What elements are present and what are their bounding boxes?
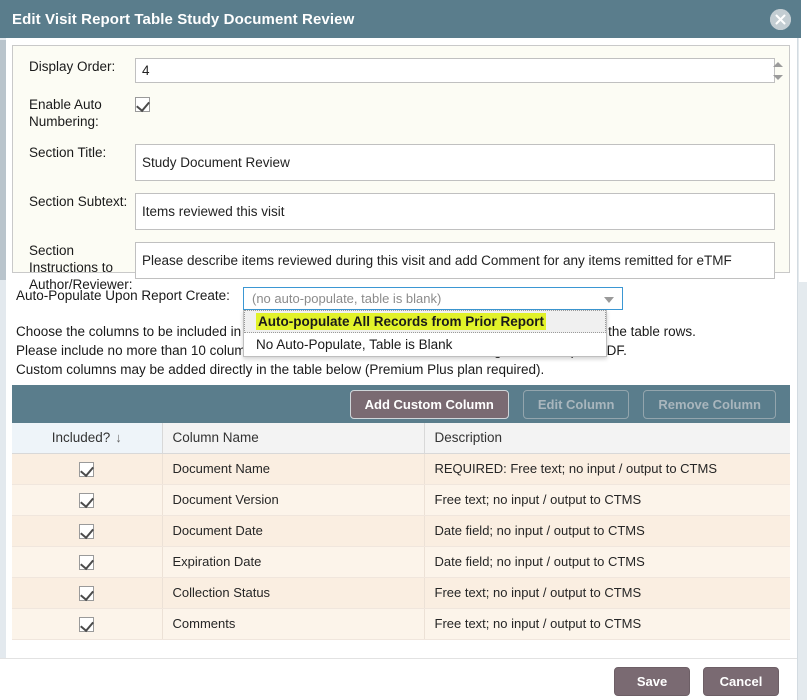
row-column-name: Document Date [162, 515, 424, 546]
dropdown-option-no-auto-populate[interactable]: No Auto-Populate, Table is Blank [244, 333, 606, 356]
enable-auto-numbering-label: Enable Auto Numbering: [13, 96, 135, 130]
cancel-button[interactable]: Cancel [703, 667, 779, 696]
dialog-titlebar: Edit Visit Report Table Study Document R… [0, 0, 801, 38]
row-included-checkbox[interactable] [79, 586, 94, 601]
instructions-line-3: Custom columns may be added directly in … [16, 360, 791, 379]
scrollbar-thumb[interactable] [0, 40, 6, 280]
row-column-name: Document Name [162, 453, 424, 484]
chevron-down-icon [604, 297, 614, 303]
row-description: REQUIRED: Free text; no input / output t… [424, 453, 790, 484]
row-description: Free text; no input / output to CTMS [424, 577, 790, 608]
row-description: Free text; no input / output to CTMS [424, 608, 790, 639]
table-toolbar: Add Custom Column Edit Column Remove Col… [12, 385, 790, 423]
table-row[interactable]: Expiration DateDate field; no input / ou… [12, 546, 790, 577]
section-subtext-label: Section Subtext: [13, 193, 135, 210]
remove-column-button[interactable]: Remove Column [643, 390, 776, 419]
row-included-cell [12, 546, 162, 577]
section-instructions-input[interactable] [135, 242, 775, 279]
enable-auto-numbering-checkbox[interactable] [135, 97, 150, 112]
display-order-label: Display Order: [13, 58, 135, 75]
row-included-checkbox[interactable] [79, 555, 94, 570]
header-included-label: Included? [52, 430, 111, 445]
display-order-stepper[interactable] [772, 62, 783, 80]
scrollbar-thumb-right[interactable] [799, 0, 807, 282]
section-title-label: Section Title: [13, 144, 135, 161]
auto-populate-select[interactable]: (no auto-populate, table is blank) [243, 287, 623, 310]
section-instructions-label: Section Instructions to Author/Reviewer: [13, 242, 135, 293]
auto-populate-selected-value: (no auto-populate, table is blank) [252, 291, 441, 306]
section-title-input[interactable] [135, 144, 775, 181]
save-button[interactable]: Save [614, 667, 690, 696]
row-column-name: Document Version [162, 484, 424, 515]
add-custom-column-button[interactable]: Add Custom Column [350, 390, 509, 419]
auto-populate-label: Auto-Populate Upon Report Create: [16, 288, 230, 303]
row-included-checkbox[interactable] [79, 462, 94, 477]
row-description: Free text; no input / output to CTMS [424, 484, 790, 515]
row-included-cell [12, 577, 162, 608]
table-row[interactable]: Document DateDate field; no input / outp… [12, 515, 790, 546]
dropdown-option-auto-populate-all[interactable]: Auto-populate All Records from Prior Rep… [244, 310, 606, 333]
edit-column-button[interactable]: Edit Column [523, 390, 630, 419]
row-description: Date field; no input / output to CTMS [424, 546, 790, 577]
header-description[interactable]: Description [424, 423, 790, 453]
page-scrollbar-right[interactable] [797, 0, 807, 700]
sort-descending-icon: ↓ [115, 430, 122, 445]
row-included-cell [12, 515, 162, 546]
row-included-checkbox[interactable] [79, 524, 94, 539]
row-column-name: Expiration Date [162, 546, 424, 577]
table-row[interactable]: CommentsFree text; no input / output to … [12, 608, 790, 639]
table-header-row: Included? ↓ Column Name Description [12, 423, 790, 453]
table-row[interactable]: Collection StatusFree text; no input / o… [12, 577, 790, 608]
table-body: Document NameREQUIRED: Free text; no inp… [12, 453, 790, 639]
page-scrollbar-left[interactable] [0, 0, 6, 700]
display-order-input[interactable] [135, 58, 775, 83]
auto-populate-dropdown[interactable]: Auto-populate All Records from Prior Rep… [243, 310, 607, 357]
columns-table: Included? ↓ Column Name Description Docum… [12, 423, 790, 640]
row-included-cell [12, 608, 162, 639]
header-column-name[interactable]: Column Name [162, 423, 424, 453]
header-included[interactable]: Included? ↓ [12, 423, 162, 453]
dialog-footer: Save Cancel [0, 658, 797, 700]
table-row[interactable]: Document NameREQUIRED: Free text; no inp… [12, 453, 790, 484]
section-subtext-input[interactable] [135, 193, 775, 230]
row-column-name: Comments [162, 608, 424, 639]
row-included-checkbox[interactable] [79, 617, 94, 632]
row-included-cell [12, 453, 162, 484]
row-included-checkbox[interactable] [79, 493, 94, 508]
edit-visit-report-table-dialog: Edit Visit Report Table Study Document R… [0, 0, 807, 700]
row-column-name: Collection Status [162, 577, 424, 608]
row-description: Date field; no input / output to CTMS [424, 515, 790, 546]
auto-populate-row: Auto-Populate Upon Report Create: [16, 288, 230, 303]
section-properties-fieldset: Display Order: Enable Auto Numbering: Se… [12, 45, 790, 273]
row-included-cell [12, 484, 162, 515]
close-icon[interactable] [770, 9, 791, 30]
table-row[interactable]: Document VersionFree text; no input / ou… [12, 484, 790, 515]
dialog-title: Edit Visit Report Table Study Document R… [12, 11, 354, 28]
